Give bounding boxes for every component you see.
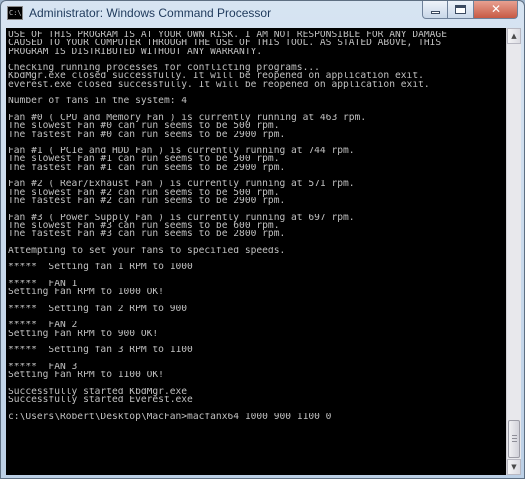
scroll-down-arrow-icon[interactable]: ▼ bbox=[507, 459, 521, 475]
window-bottom-border bbox=[1, 475, 524, 478]
console-line: Fan #3 ( Power Supply Fan ) is currently… bbox=[8, 213, 355, 222]
console-line: CAUSED TO YOUR COMPUTER THROUGH THE USE … bbox=[8, 39, 442, 48]
console-line: PROGRAM IS DISTRIBUTED WITHOUT ANY WARRA… bbox=[8, 47, 263, 56]
console-line: The slowest Fan #2 can run seems to be 5… bbox=[8, 188, 280, 197]
console-line: The slowest Fan #0 can run seems to be 5… bbox=[8, 122, 280, 131]
console-line: Fan #2 ( Rear/Exhaust Fan ) is currently… bbox=[8, 180, 355, 189]
console-line: ***** FAN 1 bbox=[8, 279, 78, 289]
console-line: The fastest Fan #2 can run seems to be 2… bbox=[8, 196, 286, 206]
console-line: Fan #1 ( PCIe and HDD Fan ) is currently… bbox=[8, 147, 355, 156]
vertical-scrollbar[interactable]: ▲ ▼ bbox=[506, 28, 521, 475]
console-text: USE OF THIS PROGRAM IS AT YOUR OWN RISK.… bbox=[6, 28, 506, 421]
console-line: The fastest Fan #0 can run seems to be 2… bbox=[8, 130, 286, 139]
console-line: c:\Users\Robert\Desktop\MacFan>macfanx64… bbox=[8, 412, 332, 421]
console-line: Setting Fan RPM to 1100 OK! bbox=[8, 371, 164, 380]
scrollbar-grip-icon bbox=[512, 435, 517, 442]
console-line: The slowest Fan #1 can run seems to be 5… bbox=[8, 155, 280, 164]
console-line: The slowest Fan #3 can run seems to be 6… bbox=[8, 221, 280, 231]
console-line: Setting Fan RPM to 1000 OK! bbox=[8, 288, 164, 297]
console-line: everest.exe closed successfully. It will… bbox=[8, 80, 430, 90]
minimize-button[interactable] bbox=[422, 1, 448, 19]
maximize-icon bbox=[455, 5, 466, 14]
console-line: ***** Setting fan 1 RPM to 1000 bbox=[8, 263, 193, 272]
console-line: Fan #0 ( CPU and Memory Fan ) is current… bbox=[8, 113, 367, 123]
console-line: ***** Setting fan 2 RPM to 900 bbox=[8, 304, 188, 314]
scroll-up-arrow-icon[interactable]: ▲ bbox=[507, 28, 521, 44]
console-line: USE OF THIS PROGRAM IS AT YOUR OWN RISK.… bbox=[8, 31, 447, 40]
console-line: Attempting to set your fans to specified… bbox=[8, 246, 286, 256]
command-prompt-icon[interactable]: C:\ bbox=[7, 6, 23, 20]
console-line: Successfully started Everest.exe bbox=[8, 396, 193, 405]
console-line: KbdMgr.exe closed successfully. It will … bbox=[8, 72, 424, 81]
console-line: Successfully started KbdMgr.exe bbox=[8, 387, 188, 397]
console-line: Checking running processes for conflicti… bbox=[8, 64, 320, 73]
console-line: The fastest Fan #1 can run seems to be 2… bbox=[8, 163, 286, 173]
window-title: Administrator: Windows Command Processor bbox=[29, 6, 272, 20]
console-output[interactable]: USE OF THIS PROGRAM IS AT YOUR OWN RISK.… bbox=[6, 28, 506, 475]
console-line: ***** FAN 2 bbox=[8, 321, 78, 330]
console-line: ***** Setting fan 3 RPM to 1100 bbox=[8, 346, 193, 355]
console-line: Setting Fan RPM to 900 OK! bbox=[8, 329, 159, 338]
console-line: ***** FAN 3 bbox=[8, 362, 78, 372]
caption-buttons: ✕ bbox=[422, 1, 518, 20]
close-icon: ✕ bbox=[490, 2, 502, 16]
scrollbar-thumb[interactable] bbox=[508, 420, 520, 458]
title-bar[interactable]: C:\ Administrator: Windows Command Proce… bbox=[1, 1, 524, 27]
command-prompt-window: C:\ Administrator: Windows Command Proce… bbox=[0, 0, 525, 479]
maximize-button[interactable] bbox=[448, 1, 474, 19]
close-button[interactable]: ✕ bbox=[474, 1, 518, 19]
console-line: The fastest Fan #3 can run seems to be 2… bbox=[8, 230, 286, 239]
console-line: Number of fans in the system: 4 bbox=[8, 97, 188, 106]
minimize-icon bbox=[431, 11, 440, 14]
